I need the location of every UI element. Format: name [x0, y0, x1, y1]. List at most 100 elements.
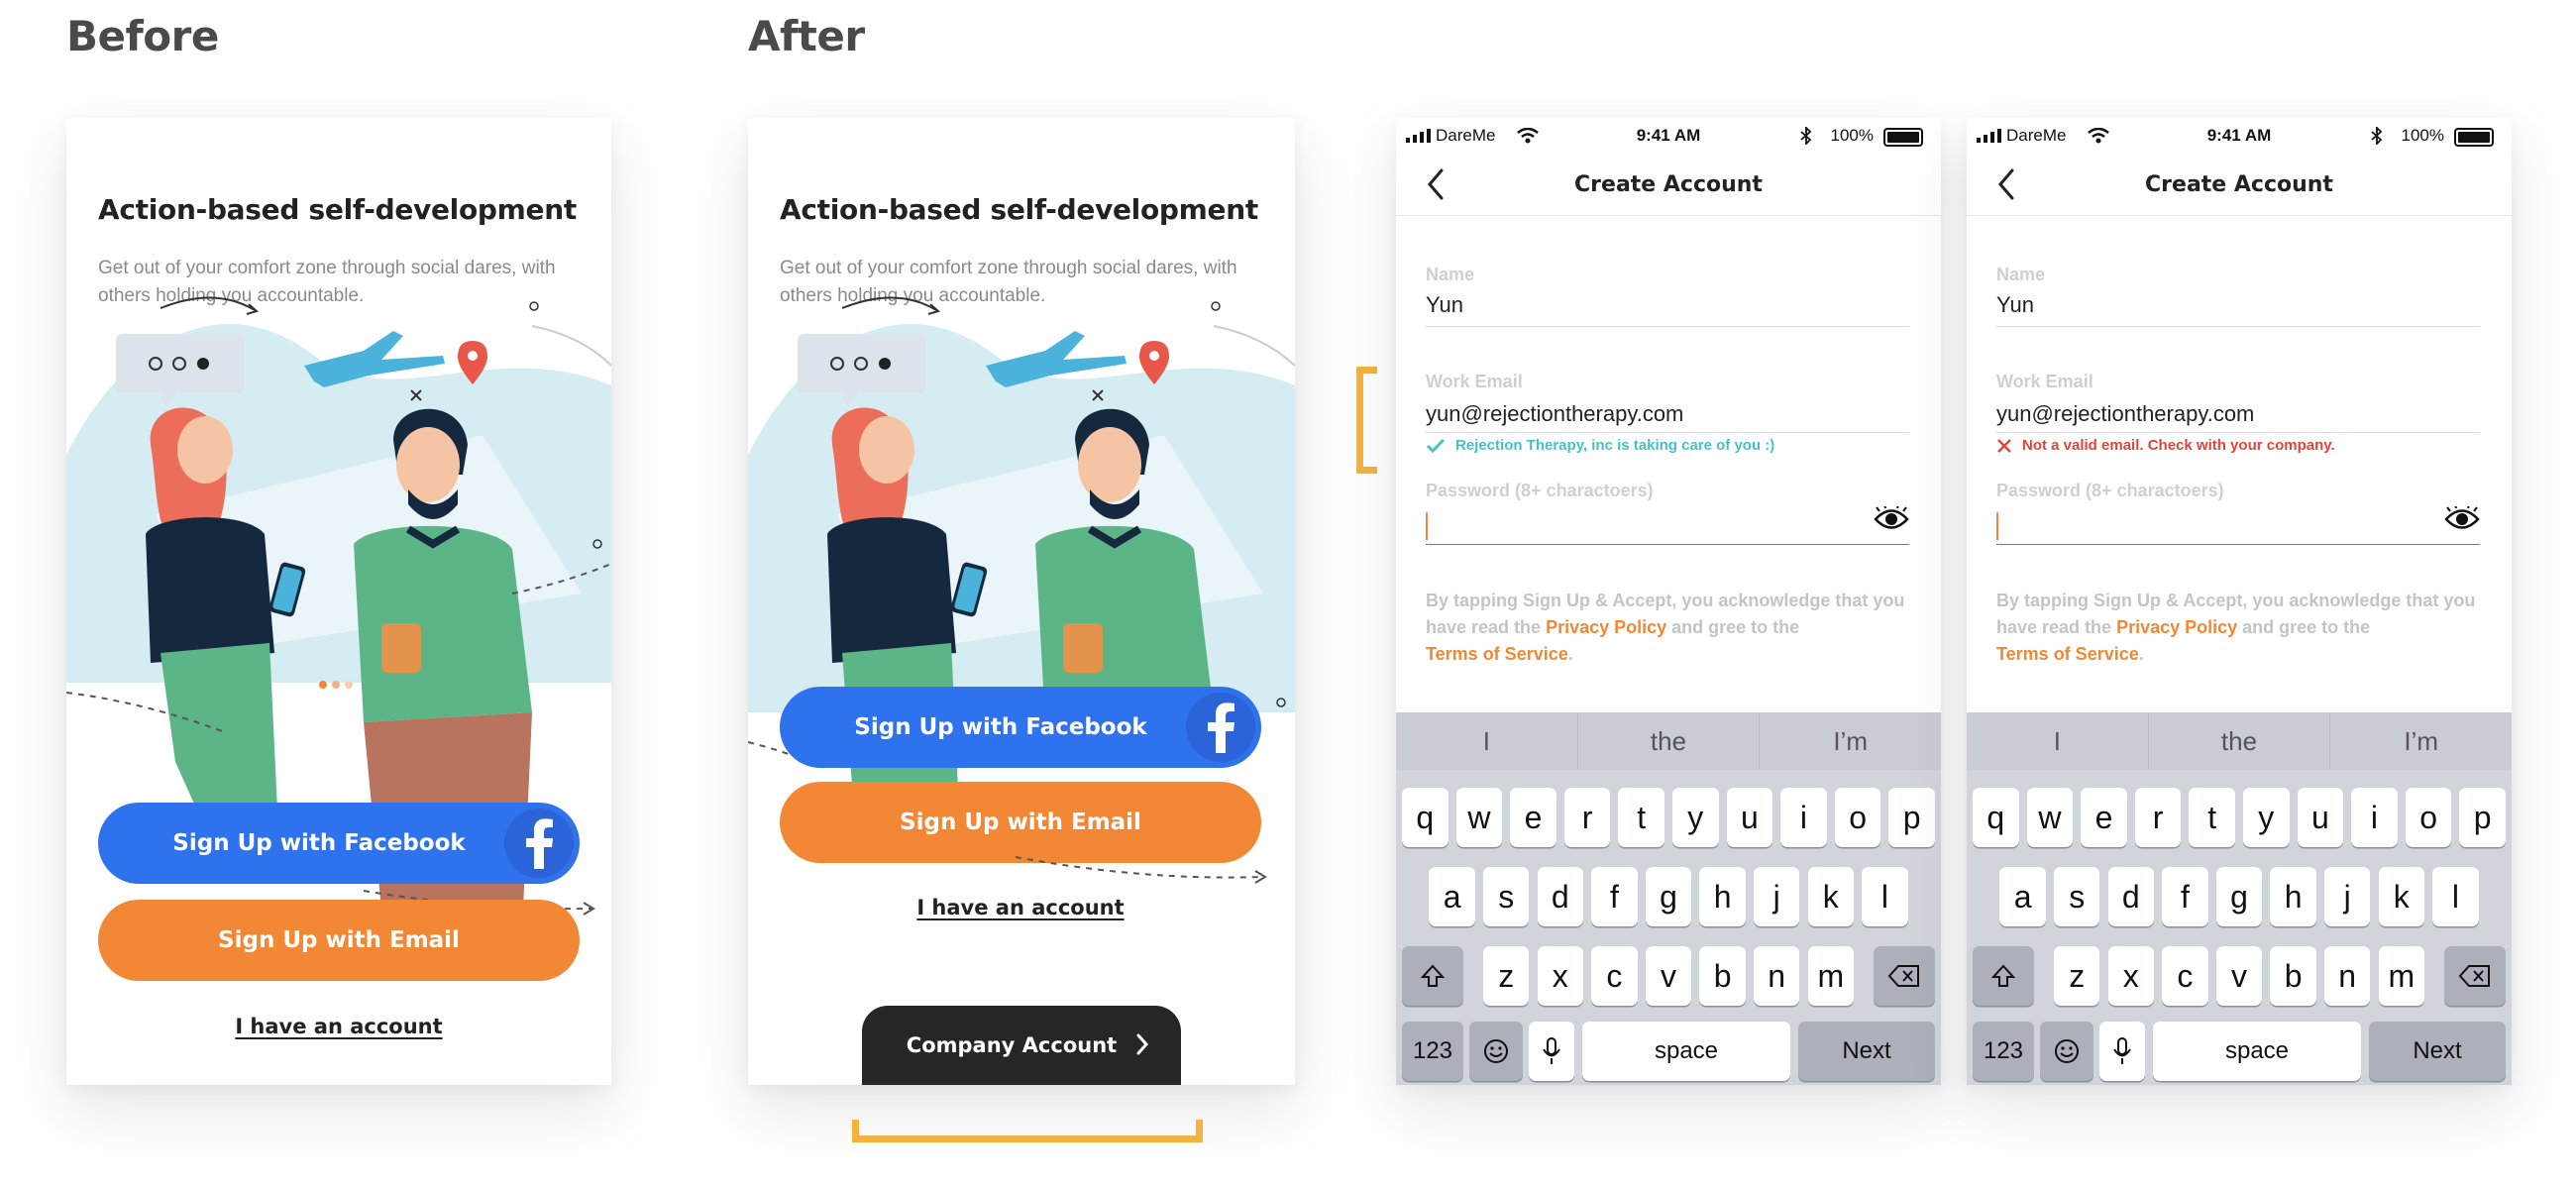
onboarding-illustration [748, 296, 1295, 851]
key-z[interactable]: z [2053, 946, 2100, 1006]
password-field[interactable] [1996, 544, 2480, 545]
key-v[interactable]: v [1645, 946, 1692, 1006]
delete-key[interactable] [2444, 946, 2506, 1006]
privacy-policy-link[interactable]: Privacy Policy [2116, 617, 2237, 637]
key-t[interactable]: t [2189, 788, 2235, 847]
battery-icon [1883, 128, 1923, 147]
key-r[interactable]: r [2134, 788, 2182, 847]
key-c[interactable]: c [1591, 946, 1638, 1006]
key-e[interactable]: e [1510, 788, 1556, 847]
numbers-key[interactable]: 123 [1973, 1022, 2034, 1081]
have-account-link[interactable]: I have an account [780, 896, 1261, 919]
name-underline [1996, 326, 2480, 327]
key-o[interactable]: o [1834, 788, 1881, 847]
email-signup-button[interactable]: Sign Up with Email [98, 900, 580, 981]
facebook-signup-button[interactable]: Sign Up with Facebook [780, 687, 1261, 768]
key-x[interactable]: x [2107, 946, 2155, 1006]
show-password-eye-icon[interactable] [1874, 506, 1909, 532]
key-d[interactable]: d [2107, 867, 2155, 926]
key-l[interactable]: l [2432, 867, 2479, 926]
name-field[interactable]: Yun [1426, 292, 1463, 318]
before-onboarding-screen: Action-based self-development Get out of… [66, 118, 611, 1085]
key-k[interactable]: k [2378, 867, 2425, 926]
key-y[interactable]: y [1672, 788, 1719, 847]
work-email-field[interactable]: yun@rejectiontherapy.com [1426, 401, 1683, 427]
key-g[interactable]: g [2215, 867, 2263, 926]
key-u[interactable]: u [1726, 788, 1773, 847]
key-f[interactable]: f [2162, 867, 2208, 926]
key-s[interactable]: s [2053, 867, 2100, 926]
key-k[interactable]: k [1807, 867, 1855, 926]
key-p[interactable]: p [1888, 788, 1935, 847]
key-r[interactable]: r [1563, 788, 1611, 847]
terms-of-service-link[interactable]: Terms of Service [1996, 644, 2139, 664]
key-t[interactable]: t [1618, 788, 1664, 847]
name-field[interactable]: Yun [1996, 292, 2034, 318]
key-x[interactable]: x [1537, 946, 1584, 1006]
password-field[interactable] [1426, 544, 1909, 545]
next-key[interactable]: Next [1798, 1022, 1935, 1081]
key-v[interactable]: v [2215, 946, 2263, 1006]
microphone-key[interactable] [1529, 1022, 1574, 1081]
key-q[interactable]: q [1973, 788, 2019, 847]
next-key[interactable]: Next [2369, 1022, 2506, 1081]
microphone-icon [1543, 1037, 1560, 1064]
key-q[interactable]: q [1402, 788, 1449, 847]
name-label: Name [1426, 265, 1475, 284]
key-i[interactable]: i [1780, 788, 1827, 847]
suggestion-item[interactable]: I’m [2329, 712, 2512, 770]
key-y[interactable]: y [2243, 788, 2290, 847]
after-onboarding-screen: Action-based self-development Get out of… [748, 118, 1295, 1085]
key-p[interactable]: p [2459, 788, 2506, 847]
suggestion-item[interactable]: I’m [1759, 712, 1941, 770]
company-account-button[interactable]: Company Account [862, 1006, 1181, 1085]
key-z[interactable]: z [1482, 946, 1530, 1006]
key-f[interactable]: f [1591, 867, 1638, 926]
key-c[interactable]: c [2162, 946, 2208, 1006]
suggestion-item[interactable]: I [1967, 712, 2148, 770]
have-account-link[interactable]: I have an account [98, 1015, 580, 1038]
key-m[interactable]: m [1807, 946, 1855, 1006]
key-e[interactable]: e [2081, 788, 2127, 847]
facebook-signup-button[interactable]: Sign Up with Facebook [98, 803, 580, 884]
key-w[interactable]: w [2026, 788, 2074, 847]
emoji-key[interactable] [2040, 1022, 2093, 1081]
key-n[interactable]: n [2323, 946, 2371, 1006]
space-key[interactable]: space [2153, 1022, 2361, 1081]
key-w[interactable]: w [1455, 788, 1503, 847]
microphone-key[interactable] [2099, 1022, 2145, 1081]
delete-key[interactable] [1874, 946, 1935, 1006]
shift-key[interactable] [1973, 946, 2034, 1006]
key-b[interactable]: b [2270, 946, 2316, 1006]
suggestion-item[interactable]: the [2147, 712, 2330, 770]
suggestion-item[interactable]: the [1576, 712, 1760, 770]
key-h[interactable]: h [1699, 867, 1746, 926]
company-account-label: Company Account [906, 1033, 1118, 1057]
work-email-field[interactable]: yun@rejectiontherapy.com [1996, 401, 2254, 427]
emoji-key[interactable] [1469, 1022, 1523, 1081]
terms-of-service-link[interactable]: Terms of Service [1426, 644, 1568, 664]
key-j[interactable]: j [2323, 867, 2371, 926]
show-password-eye-icon[interactable] [2444, 506, 2480, 532]
key-a[interactable]: a [1999, 867, 2046, 926]
emoji-icon [1484, 1039, 1508, 1063]
space-key[interactable]: space [1582, 1022, 1790, 1081]
key-a[interactable]: a [1429, 867, 1475, 926]
key-u[interactable]: u [2297, 788, 2344, 847]
numbers-key[interactable]: 123 [1402, 1022, 1463, 1081]
key-d[interactable]: d [1537, 867, 1584, 926]
key-h[interactable]: h [2270, 867, 2316, 926]
key-o[interactable]: o [2405, 788, 2452, 847]
privacy-policy-link[interactable]: Privacy Policy [1546, 617, 1666, 637]
key-g[interactable]: g [1645, 867, 1692, 926]
key-m[interactable]: m [2378, 946, 2425, 1006]
key-i[interactable]: i [2351, 788, 2398, 847]
key-n[interactable]: n [1753, 946, 1800, 1006]
key-b[interactable]: b [1699, 946, 1746, 1006]
key-l[interactable]: l [1862, 867, 1908, 926]
key-j[interactable]: j [1753, 867, 1800, 926]
email-success-message: Rejection Therapy, inc is taking care of… [1426, 437, 1774, 454]
shift-key[interactable] [1402, 946, 1463, 1006]
suggestion-item[interactable]: I [1396, 712, 1577, 770]
key-s[interactable]: s [1482, 867, 1530, 926]
